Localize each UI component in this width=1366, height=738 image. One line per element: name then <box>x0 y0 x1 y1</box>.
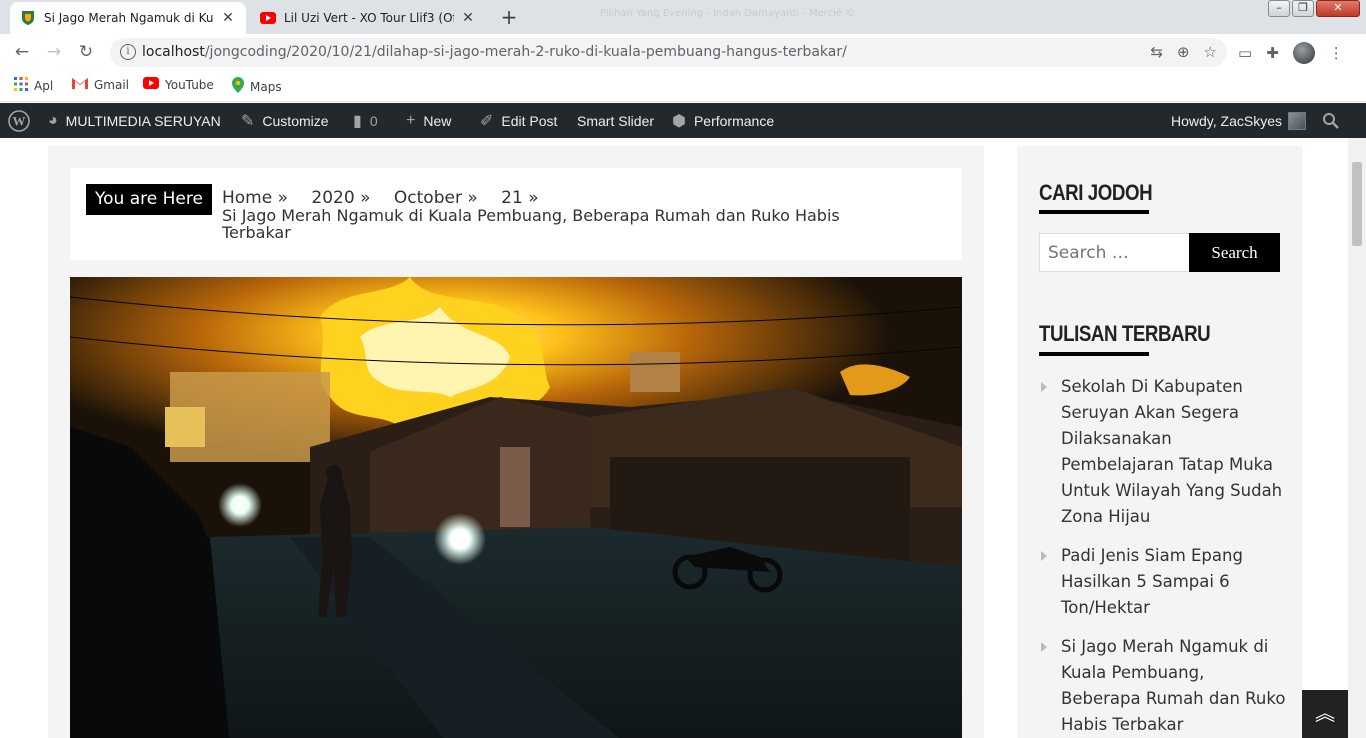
scrollbar-thumb[interactable] <box>1352 162 1362 246</box>
url-path: /jongcoding/2020/10/21/dilahap-si-jago-m… <box>204 44 847 60</box>
admin-search-icon[interactable] <box>1322 103 1340 138</box>
tab-title: Si Jago Merah Ngamuk di Kuala P <box>44 11 214 25</box>
admin-comments[interactable]: ▮ 0 <box>353 103 378 138</box>
bookmark-label: Maps <box>250 79 282 94</box>
url-text[interactable]: localhost/jongcoding/2020/10/21/dilahap-… <box>142 44 847 60</box>
site-info-icon[interactable]: i <box>120 44 136 60</box>
window-controls: – ❐ ✕ <box>1268 0 1360 17</box>
bookmark-maps[interactable]: Maps <box>232 77 282 96</box>
search-button[interactable]: Search <box>1189 233 1280 272</box>
forward-arrow-icon[interactable]: → <box>42 40 66 64</box>
user-avatar <box>1288 111 1306 130</box>
new-label: New <box>423 112 452 129</box>
bookmark-apps[interactable]: Apl <box>14 77 53 94</box>
recent-post-link[interactable]: Padi Jenis Siam Epang Hasilkan 5 Sampai … <box>1039 543 1289 621</box>
breadcrumb-month[interactable]: October <box>394 188 478 208</box>
search-input[interactable] <box>1039 233 1190 272</box>
bookmark-youtube[interactable]: YouTube <box>143 77 214 92</box>
title-underline <box>1039 352 1149 356</box>
plus-icon: + <box>406 111 416 129</box>
recent-post-link[interactable]: Si Jago Merah Ngamuk di Kuala Pembuang, … <box>1039 634 1289 738</box>
page-viewport: You are Here Home 2020 October 21 Si Jag… <box>0 138 1366 738</box>
gmail-icon <box>72 77 88 92</box>
browser-tab-youtube[interactable]: Lil Uzi Vert - XO Tour Llif3 (Offici ✕ <box>250 2 486 34</box>
youtube-favicon-icon <box>260 10 276 26</box>
breadcrumb-current: Si Jago Merah Ngamuk di Kuala Pembuang, … <box>222 206 840 242</box>
dashboard-gauge-icon: ◕ <box>48 111 58 129</box>
page-scrollbar[interactable] <box>1348 138 1366 738</box>
breadcrumb-day[interactable]: 21 <box>501 188 538 208</box>
youtube-icon <box>143 77 159 92</box>
wordpress-logo-icon[interactable]: W <box>8 103 30 138</box>
tab-title: Lil Uzi Vert - XO Tour Llif3 (Offici <box>284 11 454 25</box>
title-underline <box>1039 210 1149 214</box>
apps-grid-icon <box>14 77 28 94</box>
bookmark-star-icon[interactable]: ☆ <box>1204 43 1217 61</box>
admin-account[interactable]: Howdy, ZacSkyes <box>1171 103 1306 138</box>
tab-close-icon[interactable]: ✕ <box>220 10 236 26</box>
admin-performance[interactable]: ⬢ Performance <box>672 103 774 138</box>
recent-posts-list: Sekolah Di Kabupaten Seruyan Akan Segera… <box>1039 374 1289 738</box>
bookmark-label: YouTube <box>165 77 214 92</box>
recent-post-link[interactable]: Sekolah Di Kabupaten Seruyan Akan Segera… <box>1039 374 1289 530</box>
pencil-icon: ✐ <box>480 112 494 130</box>
comment-bubble-icon: ▮ <box>353 112 362 130</box>
close-window-button[interactable]: ✕ <box>1316 0 1360 17</box>
bookmark-label: Gmail <box>94 77 130 92</box>
comments-count: 0 <box>369 112 378 129</box>
bookmark-gmail[interactable]: Gmail <box>72 77 129 92</box>
faded-window-title: Pilihan Yang Evening - Indah Damayanti -… <box>600 8 856 19</box>
chevron-up-icon: ︽ <box>1315 701 1335 725</box>
howdy-label: Howdy, ZacSkyes <box>1171 112 1282 129</box>
new-tab-button[interactable]: + <box>497 6 521 30</box>
performance-cube-icon: ⬢ <box>672 112 686 130</box>
admin-site-name[interactable]: ◕ MULTIMEDIA SERUYAN <box>48 103 221 138</box>
breadcrumb-label: You are Here <box>86 184 212 215</box>
svg-text:W: W <box>13 113 26 128</box>
featured-image <box>70 277 962 738</box>
url-host: localhost <box>142 44 205 60</box>
recent-posts-title: TULISAN TERBARU <box>1039 321 1211 346</box>
search-widget-title: CARI JODOH <box>1039 180 1153 205</box>
media-icon[interactable]: ▭ <box>1238 44 1252 62</box>
tab-close-icon[interactable]: ✕ <box>460 10 476 26</box>
customize-label: Customize <box>262 112 329 129</box>
breadcrumb-trail: Home 2020 October 21 Si Jago Merah Ngamu… <box>222 188 922 242</box>
profile-avatar[interactable] <box>1292 42 1315 64</box>
edit-post-label: Edit Post <box>501 112 558 129</box>
admin-smart-slider[interactable]: Smart Slider <box>577 103 654 138</box>
shield-favicon-icon <box>20 10 36 26</box>
extensions-puzzle-icon[interactable]: ✚ <box>1266 44 1279 62</box>
zoom-icon[interactable]: ⊕ <box>1177 43 1190 61</box>
minimize-button[interactable]: – <box>1268 0 1290 17</box>
paintbrush-icon: ✎ <box>241 112 255 130</box>
back-arrow-icon[interactable]: ← <box>10 40 34 64</box>
address-bar[interactable]: i localhost/jongcoding/2020/10/21/dilaha… <box>110 38 1227 67</box>
admin-edit-post[interactable]: ✐ Edit Post <box>480 103 557 138</box>
breadcrumb-home[interactable]: Home <box>222 188 288 208</box>
maximize-button[interactable]: ❐ <box>1292 0 1314 17</box>
browser-toolbar: ← → ↻ i localhost/jongcoding/2020/10/21/… <box>0 34 1366 70</box>
browser-tab-active[interactable]: Si Jago Merah Ngamuk di Kuala P ✕ <box>10 2 246 34</box>
bookmarks-bar: Apl Gmail YouTube Maps <box>0 70 1366 102</box>
admin-customize[interactable]: ✎ Customize <box>241 103 329 138</box>
breadcrumb-year[interactable]: 2020 <box>311 188 370 208</box>
reload-icon[interactable]: ↻ <box>74 40 98 64</box>
admin-new[interactable]: + New <box>406 103 451 138</box>
scroll-to-top-button[interactable]: ︽ <box>1302 690 1348 738</box>
sidebar: CARI JODOH Search TULISAN TERBARU Sekola… <box>1017 146 1302 738</box>
site-name-label: MULTIMEDIA SERUYAN <box>65 112 221 129</box>
breadcrumb: You are Here Home 2020 October 21 Si Jag… <box>70 168 962 260</box>
browser-menu-icon[interactable]: ⋮ <box>1329 44 1344 62</box>
browser-tab-strip: Si Jago Merah Ngamuk di Kuala P ✕ Lil Uz… <box>0 0 1366 34</box>
maps-pin-icon <box>232 77 244 96</box>
translate-icon[interactable]: ⇆ <box>1150 43 1163 61</box>
performance-label: Performance <box>693 112 775 129</box>
bookmark-label: Apl <box>34 78 54 93</box>
wp-admin-bar: W ◕ MULTIMEDIA SERUYAN ✎ Customize ▮ 0 +… <box>0 103 1366 138</box>
smart-slider-label: Smart Slider <box>577 112 655 129</box>
